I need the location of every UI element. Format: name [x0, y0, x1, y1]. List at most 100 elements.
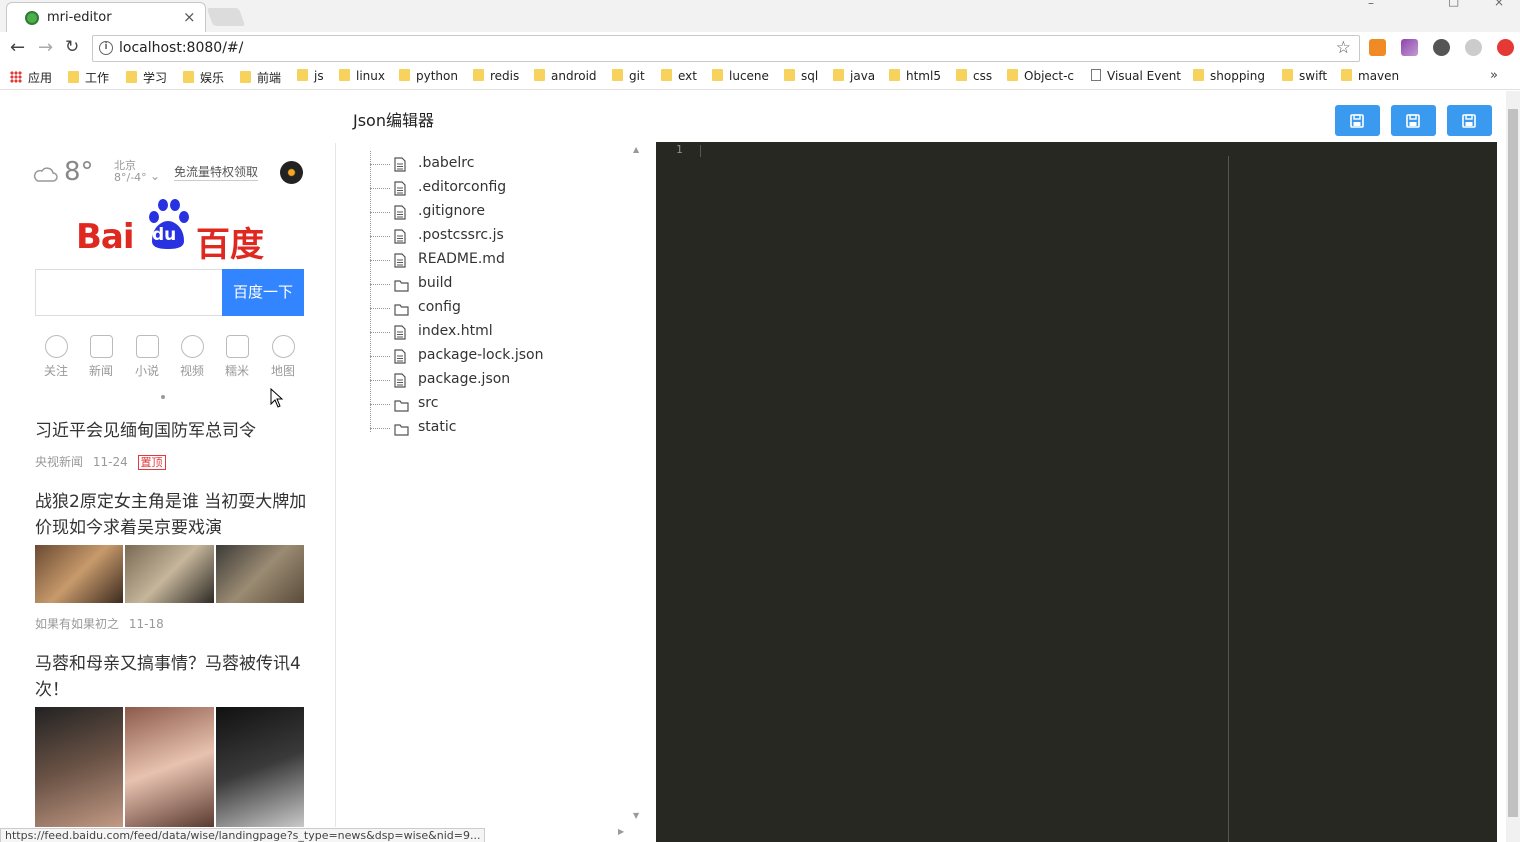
bookmark-sql[interactable]: sql [784, 69, 818, 83]
news-meta: 央视新闻 11-24 置顶 [35, 453, 166, 470]
address-bar[interactable]: i localhost:8080/#/ ☆ [92, 35, 1360, 62]
close-window-icon[interactable]: × [1494, 0, 1504, 9]
quick-link-video[interactable]: 视频 [172, 335, 212, 379]
more-bookmarks-icon[interactable]: » [1490, 68, 1498, 83]
news-title[interactable]: 习近平会见缅甸国防军总司令 [35, 418, 307, 444]
bookmark-java[interactable]: java [833, 69, 875, 83]
extension-icon[interactable] [1497, 39, 1514, 56]
apps-grid-icon [10, 71, 22, 83]
tab-close-icon[interactable]: × [183, 8, 196, 26]
browser-tab[interactable]: mri-editor × [6, 2, 206, 32]
scroll-right-icon[interactable]: ▶ [618, 827, 624, 836]
bookmark-visual-event[interactable]: Visual Event [1091, 69, 1181, 83]
minimize-icon[interactable]: – [1368, 0, 1374, 10]
folder-icon [1007, 69, 1018, 81]
bookmark-work[interactable]: 工作 [68, 69, 109, 86]
folder-icon [473, 69, 484, 81]
news-image [215, 545, 304, 603]
preview-panel[interactable]: 8° 北京 8°/-4° ⌄ 免流量特权领取 Bai du 百度 百度一下 关注 [14, 143, 336, 827]
reload-icon[interactable]: ↻ [65, 37, 79, 57]
bookmark-ext[interactable]: ext [661, 69, 697, 83]
news-thumbnails[interactable] [35, 707, 304, 827]
bookmark-label: android [551, 69, 597, 83]
back-icon[interactable]: ← [10, 37, 25, 58]
bookmark-label: redis [490, 69, 520, 83]
bookmark-swift[interactable]: swift [1282, 69, 1327, 83]
tree-connector [370, 151, 371, 432]
book-icon [135, 335, 159, 358]
save-icon [1350, 114, 1364, 128]
news-meta: 如果有如果初之 11-18 [35, 615, 164, 632]
extension-icon[interactable] [1465, 39, 1482, 56]
tree-connector [370, 260, 390, 261]
save-button[interactable] [1335, 105, 1380, 136]
bookmark-css[interactable]: css [956, 69, 992, 83]
promo-link[interactable]: 免流量特权领取 [174, 163, 259, 181]
bookmark-apps[interactable]: 应用 [10, 69, 52, 86]
tree-item-label: static [418, 419, 457, 435]
maximize-icon[interactable]: □ [1448, 0, 1459, 8]
bookmark-frontend[interactable]: 前端 [240, 69, 281, 86]
news-thumbnails[interactable] [35, 545, 304, 603]
news-source: 如果有如果初之 [35, 617, 120, 631]
save-button[interactable] [1391, 105, 1436, 136]
new-tab-button[interactable] [206, 8, 246, 26]
extension-icon[interactable] [1369, 39, 1386, 56]
chevron-down-icon[interactable]: ⌄ [150, 169, 160, 183]
code-editor[interactable]: 1 [656, 142, 1497, 842]
scroll-down-icon[interactable]: ▼ [633, 811, 639, 820]
page-scrollbar[interactable] [1506, 91, 1520, 842]
quick-link-news[interactable]: 新闻 [81, 335, 121, 379]
bookmark-html5[interactable]: html5 [889, 69, 941, 83]
quick-link-novel[interactable]: 小说 [127, 335, 167, 379]
bookmark-lucene[interactable]: lucene [712, 69, 769, 83]
bookmark-object-c[interactable]: Object-c [1007, 69, 1074, 83]
info-icon[interactable]: i [99, 41, 113, 55]
bookmark-study[interactable]: 学习 [126, 69, 167, 86]
save-icon [1406, 114, 1420, 128]
bookmark-maven[interactable]: maven [1341, 69, 1399, 83]
bookmark-js[interactable]: js [297, 69, 324, 83]
news-date: 11-24 [92, 455, 128, 469]
bookmark-redis[interactable]: redis [473, 69, 519, 83]
search-input[interactable] [35, 269, 223, 316]
news-icon [89, 335, 113, 358]
news-title[interactable]: 战狼2原定女主角是谁 当初耍大牌加价现如今求着吴京要戏演 [35, 489, 307, 541]
bookmark-python[interactable]: python [399, 69, 458, 83]
tree-connector [370, 284, 390, 285]
folder-icon [394, 301, 409, 320]
folder-icon [612, 69, 623, 81]
news-title[interactable]: 马蓉和母亲又搞事情？马蓉被传讯4次！ [35, 651, 307, 703]
bookmark-linux[interactable]: linux [339, 69, 385, 83]
tree-connector [370, 236, 390, 237]
bookmark-label: js [314, 69, 324, 83]
quick-link-follow[interactable]: 关注 [36, 335, 76, 379]
bookmark-fun[interactable]: 娱乐 [183, 69, 224, 86]
tree-item-label: package-lock.json [418, 347, 544, 363]
search-button[interactable]: 百度一下 [222, 269, 304, 316]
quick-link-nuomi[interactable]: 糯米 [217, 335, 257, 379]
url-text[interactable]: localhost:8080/#/ [119, 40, 243, 56]
bookmark-star-icon[interactable]: ☆ [1336, 38, 1351, 58]
save-button[interactable] [1447, 105, 1492, 136]
forward-icon[interactable]: → [38, 37, 53, 58]
bookmark-label: 应用 [28, 71, 53, 85]
tree-connector [370, 356, 390, 357]
bookmark-git[interactable]: git [612, 69, 645, 83]
folder-icon [339, 69, 350, 81]
scrollbar-thumb[interactable] [1508, 109, 1518, 817]
feather-extension-icon[interactable] [1401, 39, 1418, 56]
quick-link-map[interactable]: 地图 [263, 335, 303, 379]
folder-icon [1341, 69, 1352, 81]
preview-scrollbar[interactable]: ▲ ▼ [335, 143, 336, 827]
file-icon [394, 181, 406, 200]
line-number: 1 [676, 143, 683, 156]
bookmark-shopping[interactable]: shopping [1193, 69, 1265, 83]
tree-item-label: src [418, 395, 439, 411]
bookmark-android[interactable]: android [534, 69, 597, 83]
avatar[interactable] [280, 161, 303, 184]
scroll-up-icon[interactable]: ▲ [633, 145, 639, 154]
baidu-logo: Bai du 百度 [76, 191, 266, 265]
tree-connector [370, 164, 390, 165]
extension-icon[interactable] [1433, 39, 1450, 56]
